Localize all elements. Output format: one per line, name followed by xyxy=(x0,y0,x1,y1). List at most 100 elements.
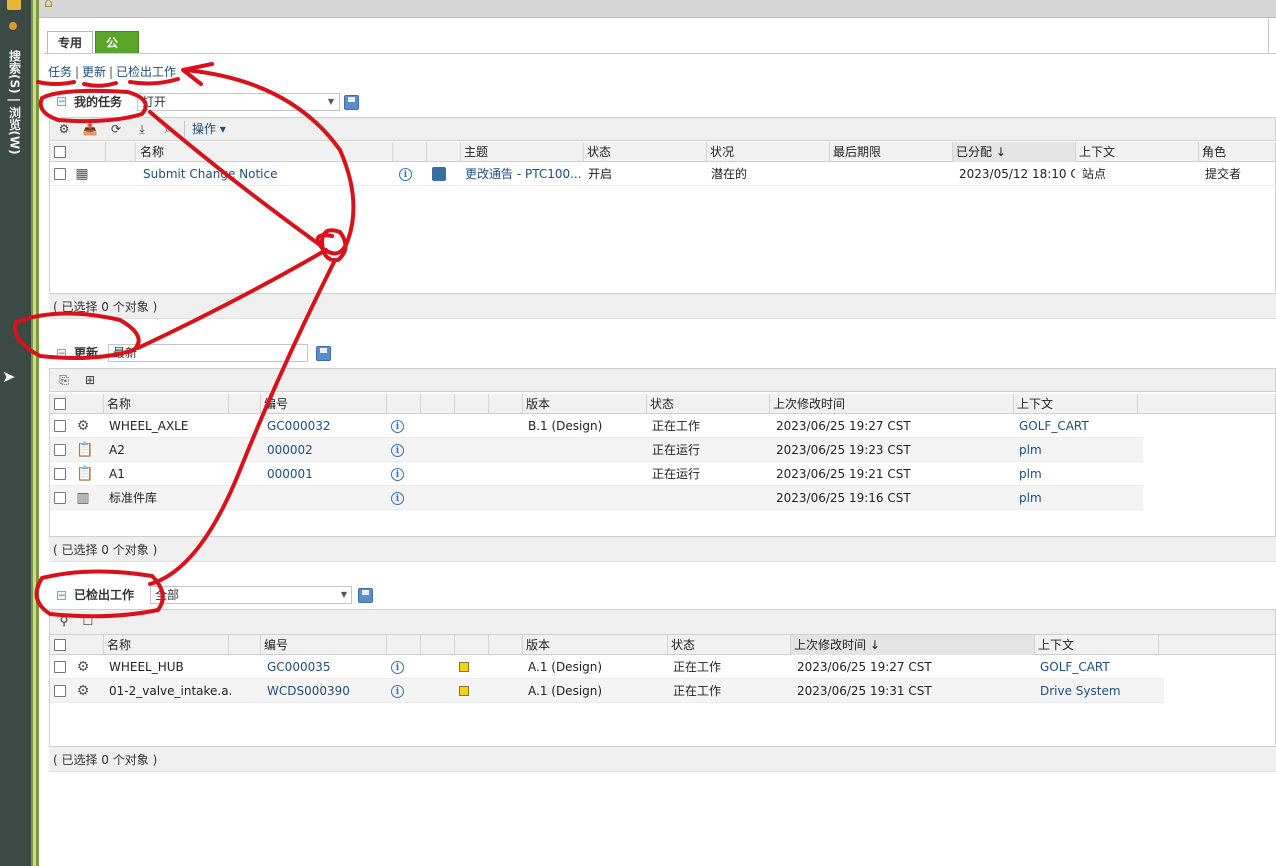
update-number-link[interactable]: GC000032 xyxy=(267,414,385,438)
chevron-down-icon[interactable]: ▼ xyxy=(324,94,338,110)
nav-link-tasks[interactable]: 任务 xyxy=(48,64,72,80)
home-icon[interactable]: ⌂ xyxy=(44,0,60,10)
reassign-icon[interactable]: 📤 xyxy=(82,121,98,137)
chevron-down-icon[interactable]: ▼ xyxy=(337,587,351,603)
info-icon[interactable]: i xyxy=(399,168,412,181)
row-checkbox[interactable] xyxy=(54,661,66,673)
tasks-collapse-toggle[interactable]: − xyxy=(57,97,66,107)
rail-search-browse-tabs[interactable]: 搜索(S) | 浏览(W) xyxy=(2,50,28,170)
col-header-name[interactable]: 名称 xyxy=(104,635,229,655)
task-subject-link[interactable]: 更改通告 - PTC100... xyxy=(465,162,581,186)
col-header-blank xyxy=(229,635,261,655)
checkout-filter-select[interactable]: 全部 xyxy=(150,586,352,604)
update-context-link[interactable]: GOLF_CART xyxy=(1019,414,1137,438)
col-header-blank xyxy=(489,394,523,414)
export-icon[interactable]: ⤓ xyxy=(134,121,150,137)
col-header-icon xyxy=(70,142,106,162)
update-number-link[interactable] xyxy=(267,486,385,510)
row-checkbox[interactable] xyxy=(54,685,66,697)
save-icon[interactable] xyxy=(344,95,359,110)
row-checkbox[interactable] xyxy=(54,444,66,456)
update-context-link[interactable]: plm xyxy=(1019,486,1137,510)
add-to-workspace-icon[interactable]: ⊞ xyxy=(82,372,98,388)
info-icon[interactable]: i xyxy=(391,420,404,433)
col-header-role[interactable]: 角色 xyxy=(1199,142,1276,162)
tasks-toolbar xyxy=(49,117,1276,141)
updates-filter-select[interactable]: 最新 xyxy=(108,344,308,362)
col-header-version[interactable]: 版本 xyxy=(523,394,647,414)
updates-collapse-toggle[interactable]: − xyxy=(57,349,66,359)
col-header-state[interactable]: 状态 xyxy=(584,142,707,162)
checkout-number-link[interactable]: GC000035 xyxy=(267,655,385,679)
select-all-checkbox[interactable] xyxy=(54,398,66,410)
rail-edit-icon[interactable] xyxy=(7,0,21,10)
col-header-assigned[interactable]: 已分配 ↓ xyxy=(953,142,1076,162)
col-header-blank xyxy=(455,635,489,655)
info-icon[interactable]: i xyxy=(391,492,404,505)
col-header-name[interactable]: 名称 xyxy=(137,142,393,162)
nav-separator: | xyxy=(75,65,80,79)
col-header-modified[interactable]: 上次修改时间 xyxy=(770,394,1014,414)
col-header-subject[interactable]: 主题 xyxy=(461,142,584,162)
select-all-checkbox[interactable] xyxy=(54,146,66,158)
col-header-number[interactable]: 编号 xyxy=(261,394,387,414)
update-state: 正在工作 xyxy=(652,419,701,433)
col-header-state[interactable]: 状态 xyxy=(668,635,791,655)
refresh-task-icon[interactable]: ⟳ xyxy=(108,121,124,137)
actions-menu[interactable]: 操作 ▾ xyxy=(192,120,226,138)
clipboard-icon: 📋 xyxy=(76,466,94,482)
update-context-link[interactable]: plm xyxy=(1019,462,1137,486)
complete-task-icon[interactable]: ⚙ xyxy=(56,121,72,137)
tasks-filter-select[interactable]: 打开 xyxy=(137,93,340,111)
rail-pin-icon[interactable] xyxy=(9,22,17,30)
col-header-name[interactable]: 名称 xyxy=(104,394,229,414)
search-icon[interactable]: ⌕ xyxy=(160,121,176,137)
tab-public[interactable]: 公用 xyxy=(95,31,139,72)
checkin-icon[interactable]: ⚲ xyxy=(56,613,72,629)
update-version xyxy=(528,486,646,510)
row-checkbox[interactable] xyxy=(54,468,66,480)
col-header-context[interactable]: 上下文 xyxy=(1014,394,1138,414)
update-context-link[interactable]: plm xyxy=(1019,438,1137,462)
row-checkbox[interactable] xyxy=(54,168,66,180)
col-header-blank xyxy=(489,635,523,655)
checkout-number-link[interactable]: WCDS000390 xyxy=(267,679,385,703)
update-state xyxy=(652,486,768,510)
info-icon[interactable]: i xyxy=(391,444,404,457)
info-icon[interactable]: i xyxy=(391,661,404,674)
info-icon[interactable]: i xyxy=(391,685,404,698)
nav-link-checked-out[interactable]: 已检出工作 xyxy=(116,64,176,80)
task-name-link[interactable]: Submit Change Notice xyxy=(143,162,383,186)
copy-icon[interactable]: ⎘ xyxy=(56,372,72,388)
update-version xyxy=(528,462,646,486)
col-header-modified[interactable]: 上次修改时间 ↓ xyxy=(791,635,1035,655)
row-checkbox[interactable] xyxy=(54,420,66,432)
col-header-context[interactable]: 上下文 xyxy=(1035,635,1159,655)
checkout-collapse-toggle[interactable]: − xyxy=(57,591,66,601)
update-number-link[interactable]: 000002 xyxy=(267,438,385,462)
tasks-filter-value: 打开 xyxy=(142,95,167,109)
save-icon[interactable] xyxy=(316,346,331,361)
col-header-state[interactable]: 状态 xyxy=(647,394,770,414)
checkout-modified: 2023/06/25 19:27 CST xyxy=(797,660,932,674)
col-header-number[interactable]: 编号 xyxy=(261,635,387,655)
row-checkbox[interactable] xyxy=(54,492,66,504)
checkout-context-link[interactable]: Drive System xyxy=(1040,679,1158,703)
checkout-name: WHEEL_HUB xyxy=(109,660,184,674)
update-version: B.1 (Design) xyxy=(528,419,603,433)
select-all-checkbox[interactable] xyxy=(54,639,66,651)
info-icon[interactable]: i xyxy=(391,468,404,481)
checkout-context-link[interactable]: GOLF_CART xyxy=(1040,655,1158,679)
col-header-context[interactable]: 上下文 xyxy=(1076,142,1199,162)
save-icon[interactable] xyxy=(358,588,373,603)
tab-private[interactable]: 专用 xyxy=(47,31,93,53)
update-number-link[interactable]: 000001 xyxy=(267,462,385,486)
col-header-version[interactable]: 版本 xyxy=(523,635,668,655)
checkout-state: 正在工作 xyxy=(673,660,722,674)
update-version xyxy=(528,438,646,462)
col-header-deadline[interactable]: 最后期限 xyxy=(830,142,953,162)
col-header-status[interactable]: 状况 xyxy=(707,142,830,162)
task-status: 潜在的 xyxy=(711,167,748,181)
undo-checkout-icon[interactable]: ☐ xyxy=(80,613,96,629)
nav-link-updates[interactable]: 更新 xyxy=(82,64,106,80)
